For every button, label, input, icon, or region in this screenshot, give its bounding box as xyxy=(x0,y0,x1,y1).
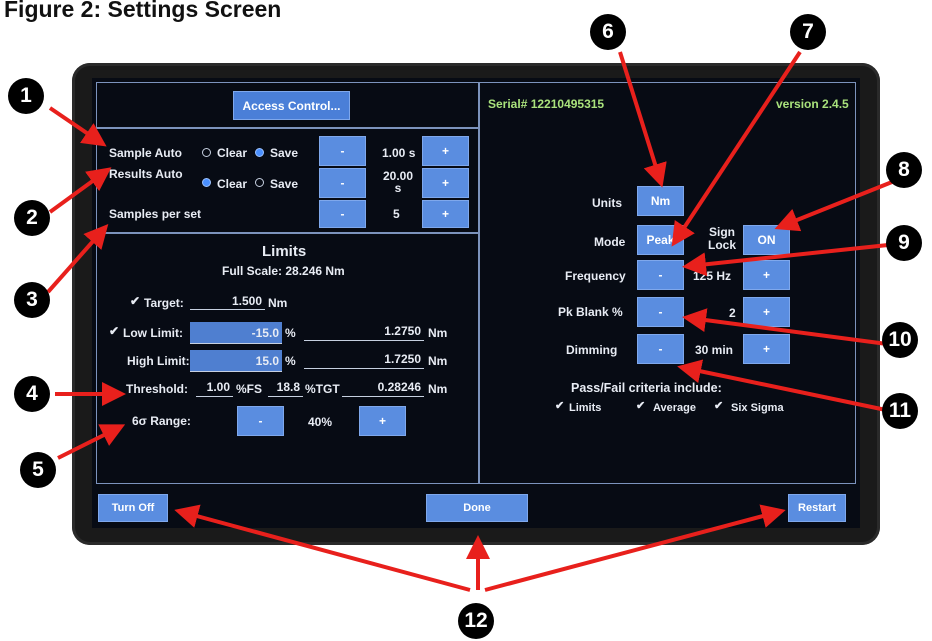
callout-marker-10: 10 xyxy=(882,322,918,358)
callout-marker-9: 9 xyxy=(886,225,922,261)
callout-arrows xyxy=(46,50,893,592)
callout-marker-6: 6 xyxy=(590,14,626,50)
callout-marker-7: 7 xyxy=(790,14,826,50)
callout-marker-8: 8 xyxy=(886,152,922,188)
callout-marker-5: 5 xyxy=(20,452,56,488)
callout-marker-4: 4 xyxy=(14,376,50,412)
callout-marker-3: 3 xyxy=(14,282,50,318)
callout-marker-2: 2 xyxy=(14,200,50,236)
callout-marker-12: 12 xyxy=(458,603,494,639)
callout-marker-1: 1 xyxy=(8,78,44,114)
callout-marker-11: 11 xyxy=(882,393,918,429)
